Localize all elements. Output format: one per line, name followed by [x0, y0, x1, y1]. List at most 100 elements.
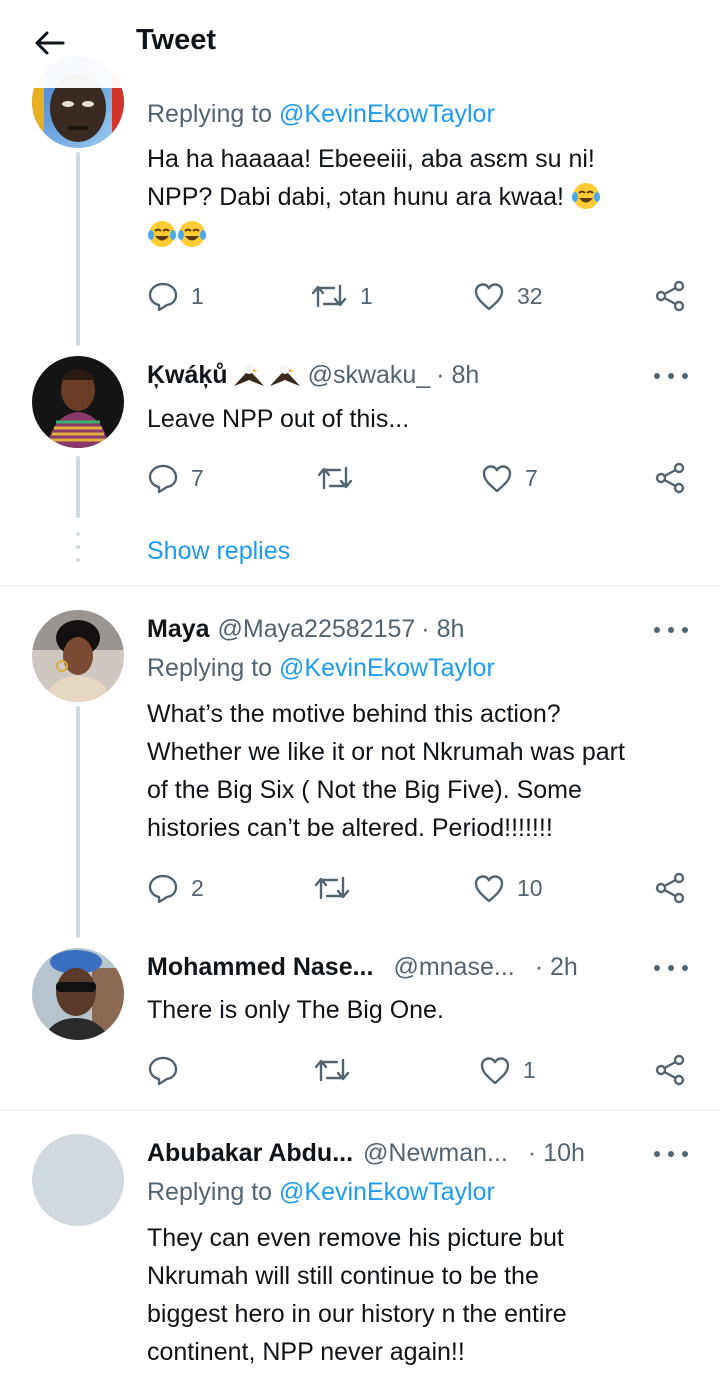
arrow-left-icon	[35, 31, 65, 55]
user-handle[interactable]: @Maya22582157	[218, 615, 416, 644]
like-count: 32	[517, 282, 543, 309]
retweet-count: 1	[360, 282, 373, 309]
user-name[interactable]: Mohammed Nase...	[147, 953, 373, 982]
reply-icon	[148, 464, 178, 494]
share-button[interactable]	[654, 1050, 686, 1090]
avatar[interactable]	[32, 948, 124, 1040]
tweet-header: Maya @Maya22582157 · 8h	[147, 612, 464, 646]
tweet-actions: 1 1 32	[0, 276, 720, 316]
like-count: 1	[523, 1056, 536, 1083]
heart-icon	[480, 1057, 510, 1085]
tweet-text-line: Whether we like it or not Nkrumah was pa…	[147, 738, 625, 766]
reply-button[interactable]: 7	[147, 458, 204, 498]
avatar-image	[32, 610, 124, 702]
replying-handle-link[interactable]: @KevinEkowTaylor	[279, 1178, 495, 1206]
eagle-emoji	[233, 364, 264, 386]
replying-prefix: Replying to	[147, 100, 273, 128]
tweet-time[interactable]: · 2h	[535, 953, 578, 982]
replying-to: Replying to @KevinEkowTaylor	[147, 654, 495, 683]
reply-button[interactable]	[147, 1050, 179, 1090]
reply-count: 7	[191, 464, 204, 491]
heart-icon	[474, 875, 504, 903]
avatar[interactable]	[32, 356, 124, 448]
like-button[interactable]: 10	[473, 868, 543, 908]
like-button[interactable]: 1	[479, 1050, 536, 1090]
tweet-header: Abubakar Abdu... @Newman... · 10h	[147, 1136, 585, 1170]
tweet-text-line: They can even remove his picture but	[147, 1224, 564, 1252]
share-icon	[655, 280, 685, 312]
share-icon	[655, 1054, 685, 1086]
tweet-time[interactable]: · 8h	[436, 361, 479, 390]
more-icon[interactable]	[654, 620, 688, 640]
tweet-text-line: of the Big Six ( Not the Big Five). Some	[147, 776, 582, 804]
tweet-actions: 2 10	[0, 868, 720, 908]
thread-line	[76, 152, 80, 346]
tweet-time[interactable]: · 10h	[528, 1139, 585, 1168]
tweet-actions: 7 7	[0, 458, 720, 498]
replying-handle-link[interactable]: @KevinEkowTaylor	[279, 654, 495, 682]
back-button[interactable]	[30, 26, 70, 60]
more-icon[interactable]	[654, 958, 688, 978]
replying-handle-link[interactable]: @KevinEkowTaylor	[279, 100, 495, 128]
eagle-emoji	[269, 364, 300, 386]
tweet-actions: 1	[0, 1050, 720, 1090]
tweet-text-line: continent, NPP never again!!	[147, 1338, 465, 1366]
user-name[interactable]: Abubakar Abdu...	[147, 1139, 353, 1168]
replying-prefix: Replying to	[147, 654, 273, 682]
show-replies-link[interactable]: Show replies	[147, 537, 290, 566]
reply-icon	[148, 874, 178, 904]
retweet-button[interactable]	[313, 868, 351, 908]
user-handle[interactable]: @mnase...	[393, 953, 514, 982]
tweet-text-line: Leave NPP out of this...	[147, 405, 410, 433]
divider	[0, 585, 720, 587]
retweet-icon	[311, 284, 347, 308]
top-bar: Tweet	[0, 0, 720, 88]
reply-button[interactable]: 2	[147, 868, 204, 908]
retweet-button[interactable]: 1	[310, 276, 373, 316]
tweet-text-line: What’s the motive behind this action?	[147, 700, 561, 728]
tears-of-joy-emoji	[178, 221, 206, 247]
tears-of-joy-emoji	[571, 183, 600, 209]
more-icon[interactable]	[654, 366, 688, 386]
avatar-image	[32, 948, 124, 1040]
reply-icon	[148, 1056, 178, 1086]
share-button[interactable]	[654, 868, 686, 908]
tweet-header: Ķwáķů @skwaku_ · 8h	[147, 358, 479, 392]
reply-button[interactable]: 1	[147, 276, 204, 316]
reply-count: 1	[191, 282, 204, 309]
tweet-text-line	[147, 216, 707, 254]
tweet-header: Mohammed Nase... @mnase... · 2h	[147, 950, 578, 984]
replying-to: Replying to @KevinEkowTaylor	[147, 1178, 495, 1207]
share-button[interactable]	[654, 276, 686, 316]
retweet-button[interactable]	[313, 1050, 351, 1090]
user-handle[interactable]: @skwaku_	[308, 361, 431, 390]
share-button[interactable]	[654, 458, 686, 498]
tweet-text: Leave NPP out of this...	[147, 400, 707, 438]
thread-connector-dots	[76, 532, 80, 571]
tweet-text: There is only The Big One.	[147, 991, 707, 1029]
avatar-placeholder[interactable]	[32, 1134, 124, 1226]
user-handle[interactable]: @Newman...	[363, 1139, 508, 1168]
divider	[0, 1109, 720, 1111]
avatar-image	[32, 356, 124, 448]
like-button[interactable]: 7	[481, 458, 538, 498]
user-name[interactable]: Maya	[147, 615, 210, 644]
page-title: Tweet	[136, 24, 217, 56]
retweet-icon	[317, 466, 353, 490]
user-name[interactable]: Ķwáķů	[147, 361, 228, 390]
tweet-time[interactable]: · 8h	[421, 615, 464, 644]
like-count: 10	[517, 874, 543, 901]
tweet-text-line: Nkrumah will still continue to be the	[147, 1262, 539, 1290]
share-icon	[655, 462, 685, 494]
tweet-text-line: histories can’t be altered. Period!!!!!!…	[147, 814, 553, 842]
tweet-text-line: NPP? Dabi dabi, ɔtan hunu ara kwaa!	[147, 178, 707, 216]
retweet-button[interactable]	[316, 458, 354, 498]
more-icon[interactable]	[654, 1144, 688, 1164]
like-button[interactable]: 32	[473, 276, 543, 316]
replying-prefix: Replying to	[147, 1178, 273, 1206]
tweet-text-line: There is only The Big One.	[147, 996, 444, 1024]
avatar[interactable]	[32, 610, 124, 702]
tweet-text: They can even remove his picture but Nkr…	[147, 1219, 707, 1371]
retweet-icon	[314, 876, 350, 900]
tears-of-joy-emoji	[148, 221, 176, 247]
